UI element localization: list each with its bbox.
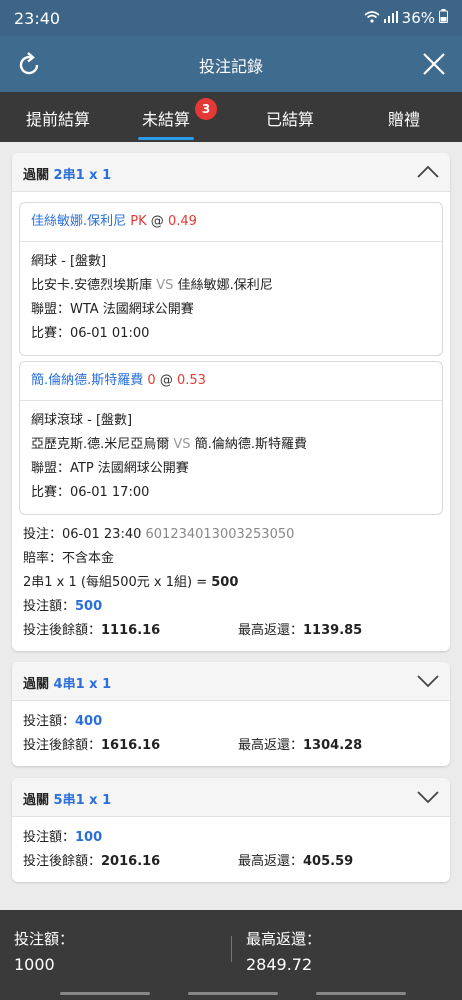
balance-line: 投注後餘額：2016.16 最高返還：405.59: [23, 854, 354, 869]
chevron-down-icon[interactable]: [416, 787, 440, 807]
selection-pick: 簡.倫納德.斯特羅費: [31, 373, 144, 388]
status-bar: 23:40 36%: [0, 0, 462, 36]
odds-rate: 賠率：不含本金: [23, 551, 115, 566]
max-return-value: 1139.85: [303, 623, 363, 638]
tab-settled[interactable]: 已結算: [266, 106, 314, 130]
balance-value: 1116.16: [101, 623, 161, 638]
bet-id: 601234013003253050: [145, 527, 295, 542]
selection-odds: 0.53: [176, 373, 206, 388]
battery-icon: [439, 9, 448, 27]
selection-match-time: 比賽：06-01 01:00: [31, 326, 150, 341]
bet-card-2: 過關 4串1 x 1 投注額：400 投注後餘額：1616.16 最高返還：13…: [12, 662, 450, 766]
selection-handicap: PK: [130, 214, 147, 229]
app-header: 投注記錄: [0, 36, 462, 92]
stake-value: 500: [75, 599, 103, 614]
tab-early-settle[interactable]: 提前結算: [26, 106, 90, 130]
tab-unsettled[interactable]: 未結算 3: [137, 98, 218, 140]
nav-handle[interactable]: [188, 992, 278, 995]
selection-league: 聯盟：WTA 法國網球公開賽: [31, 302, 194, 317]
signal-icon: [383, 9, 398, 27]
nav-handle[interactable]: [316, 992, 406, 995]
balance-value: 1616.16: [101, 738, 161, 753]
bet-card-header[interactable]: 過關 2串1 x 1: [12, 153, 450, 192]
selection-2: 簡.倫納德.斯特羅費 0 @ 0.53 網球滾球 - [盤數] 亞歷克斯.德.米…: [19, 361, 443, 515]
stake-value: 100: [75, 830, 103, 845]
stake-value: 400: [75, 714, 103, 729]
page-title: 投注記錄: [198, 57, 263, 76]
total-stake-value: 1000: [14, 955, 55, 974]
bet-card-header[interactable]: 過關 4串1 x 1: [12, 662, 450, 701]
bet-card-header[interactable]: 過關 5串1 x 1: [12, 778, 450, 817]
total-max-return-value: 2849.72: [246, 955, 313, 974]
max-return-value: 405.59: [303, 854, 354, 869]
selection-matchup: 亞歷克斯.德.米尼亞烏爾 VS 簡.倫納德.斯特羅費: [31, 437, 307, 452]
selection-pick-line: 簡.倫納德.斯特羅費 0 @ 0.53: [20, 362, 442, 401]
total-stake: 投注額： 1000: [14, 930, 75, 974]
close-icon[interactable]: [420, 50, 448, 78]
selection-handicap: 0: [147, 373, 156, 388]
total-max-return: 最高返還： 2849.72: [246, 930, 322, 974]
selection-market: 網球 - [盤數]: [31, 254, 107, 269]
stake-line: 投注額：500: [23, 599, 103, 614]
stake-line: 投注額：400: [23, 714, 103, 729]
selection-matchup: 比安卡.安德烈埃斯庫 VS 佳絲敏娜.保利尼: [31, 278, 273, 293]
chevron-down-icon[interactable]: [416, 671, 440, 691]
combo-line: 2串1 x 1 (每組500元 x 1組) = 500: [23, 575, 239, 590]
chevron-up-icon[interactable]: [416, 162, 440, 182]
combo-total: 500: [211, 575, 239, 590]
bet-time: 投注：06-01 23:40: [23, 527, 142, 542]
selection-league: 聯盟：ATP 法國網球公開賽: [31, 461, 189, 476]
balance-value: 2016.16: [101, 854, 161, 869]
selection-pick: 佳絲敏娜.保利尼: [31, 214, 127, 229]
bet-type: 2串1 x 1: [53, 168, 112, 183]
balance-line: 投注後餘額：1616.16 最高返還：1304.28: [23, 738, 363, 753]
selection-pick-line: 佳絲敏娜.保利尼 PK @ 0.49: [20, 203, 442, 242]
bet-time-line: 投注：06-01 23:40 601234013003253050: [23, 523, 439, 547]
footer-divider: [231, 936, 232, 962]
stake-line: 投注額：100: [23, 830, 103, 845]
bet-type: 4串1 x 1: [53, 677, 112, 692]
selection-odds: 0.49: [167, 214, 197, 229]
bet-card-3: 過關 5串1 x 1 投注額：100 投注後餘額：2016.16 最高返還：40…: [12, 778, 450, 882]
tab-unsettled-label: 未結算: [142, 110, 191, 129]
selection-match-time: 比賽：06-01 17:00: [31, 485, 150, 500]
bet-kind: 過關: [23, 793, 50, 808]
tab-gifts[interactable]: 贈禮: [388, 106, 420, 130]
system-nav-bar: [0, 986, 462, 1000]
selection-1: 佳絲敏娜.保利尼 PK @ 0.49 網球 - [盤數] 比安卡.安德烈埃斯庫 …: [19, 202, 443, 356]
battery-level: 36%: [401, 9, 435, 27]
summary-footer: 投注額： 1000 最高返還： 2849.72: [0, 910, 462, 1000]
status-time: 23:40: [14, 9, 61, 28]
nav-handle[interactable]: [60, 992, 150, 995]
bet-type: 5串1 x 1: [53, 793, 112, 808]
selection-market: 網球滾球 - [盤數]: [31, 413, 133, 428]
balance-line: 投注後餘額：1116.16 最高返還：1139.85: [23, 623, 363, 638]
max-return-value: 1304.28: [303, 738, 363, 753]
bet-kind: 過關: [23, 677, 50, 692]
tab-bar: 提前結算 未結算 3 已結算 贈禮: [0, 92, 462, 142]
unsettled-count-badge: 3: [195, 98, 218, 120]
wifi-icon: [364, 9, 380, 27]
bet-kind: 過關: [23, 168, 50, 183]
bet-details: 投注：06-01 23:40 601234013003253050 賠率：不含本…: [23, 523, 439, 643]
bet-card-1: 過關 2串1 x 1 佳絲敏娜.保利尼 PK @ 0.49 網球 - [盤數] …: [12, 153, 450, 651]
